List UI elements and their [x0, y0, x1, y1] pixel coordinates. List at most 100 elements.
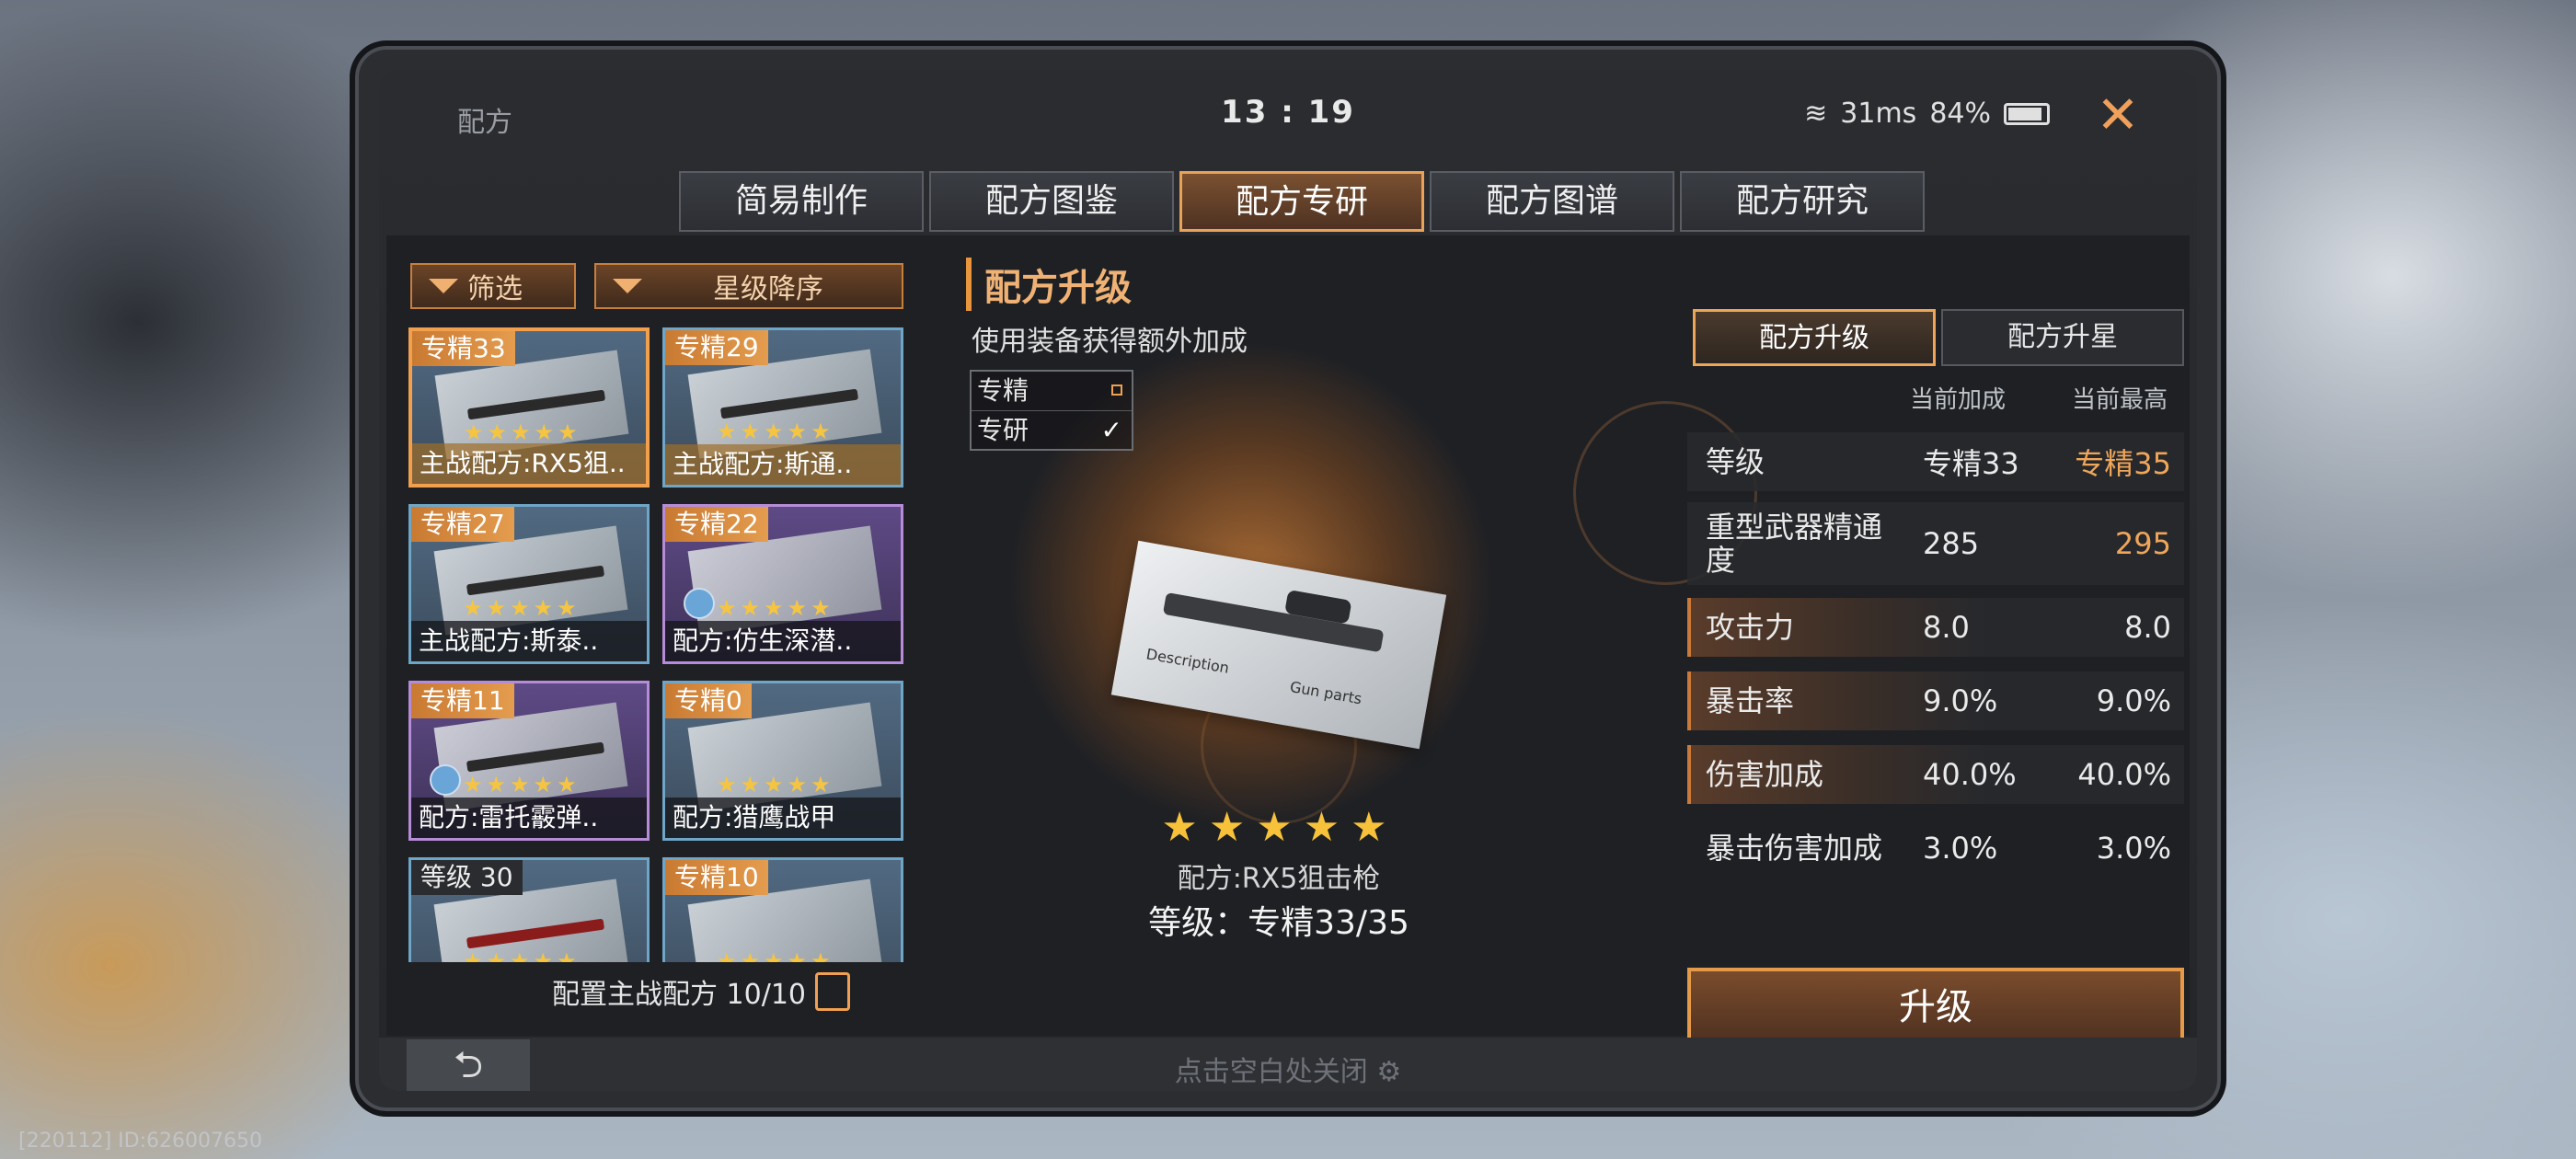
- legend-label: 专精: [977, 375, 1029, 406]
- stat-max: 295: [2114, 526, 2171, 561]
- close-hint[interactable]: 点击空白处关闭 ⚙: [379, 1049, 2197, 1089]
- stat-max: 专精35: [2075, 446, 2171, 481]
- stat-label: 重型武器精通度: [1706, 510, 1883, 578]
- stat-label: 攻击力: [1706, 610, 1795, 645]
- star-rating: ★ ★ ★ ★ ★: [1161, 804, 1387, 851]
- stat-row: 攻击力 8.0 8.0: [1687, 598, 2184, 657]
- wifi-icon: ≋: [1804, 98, 1828, 130]
- col-max: 当前最高: [2071, 386, 2168, 414]
- tab-recipe-research[interactable]: 配方研究: [1680, 171, 1925, 232]
- recipe-grid: ★ ★ ★ ★ ★ 专精33 主战配方:RX5狙.. ★ ★ ★ ★ ★ 专精29 主战配方:斯…: [408, 327, 905, 962]
- stat-current: 专精33: [1923, 446, 2019, 481]
- star-rating: ★ ★ ★ ★ ★: [463, 948, 577, 962]
- item-level: 等级：专精33/35: [1148, 904, 1409, 942]
- filter-label: 筛选: [467, 273, 523, 305]
- close-icon[interactable]: ✕: [2090, 88, 2145, 143]
- chevron-down-icon: [613, 279, 642, 293]
- stat-label: 等级: [1706, 444, 1765, 479]
- section-subtitle: 使用装备获得额外加成: [972, 326, 1248, 358]
- stat-max: 40.0%: [2077, 757, 2171, 792]
- status-bar: 配方 13 : 19 ≋ 31ms 84% ✕: [379, 70, 2197, 162]
- recipe-card[interactable]: ★ ★ ★ ★ ★ 专精29 主战配方:斯通..: [662, 327, 903, 488]
- legend-item[interactable]: 专研 ✓: [972, 410, 1132, 449]
- filter-button[interactable]: 筛选: [410, 263, 576, 309]
- stat-label: 暴击伤害加成: [1706, 831, 1883, 866]
- item-name: 配方:RX5狙击枪: [1177, 863, 1381, 895]
- star-rating: ★ ★ ★ ★ ★: [463, 772, 577, 798]
- filter-row: 筛选 星级降序: [410, 263, 903, 309]
- stat-max: 3.0%: [2096, 831, 2171, 866]
- stat-current: 9.0%: [1923, 683, 1998, 718]
- stat-current: 8.0: [1923, 610, 1970, 645]
- main-tabs: 简易制作 配方图鉴 配方专研 配方图谱 配方研究: [679, 171, 1925, 232]
- close-hint-text: 点击空白处关闭: [1174, 1056, 1368, 1088]
- sniper-rifle-icon: [1162, 591, 1385, 653]
- tab-recipe-codex[interactable]: 配方图鉴: [929, 171, 1174, 232]
- stat-row: 重型武器精通度 285 295: [1687, 502, 2184, 585]
- level-tag: 等级 30: [411, 860, 523, 895]
- recipe-card[interactable]: ★ ★ ★ ★ ★ 专精10: [662, 857, 903, 962]
- col-current: 当前加成: [1909, 386, 2006, 414]
- stat-max: 8.0: [2124, 610, 2171, 645]
- mastery-tag: 专精10: [665, 860, 768, 895]
- player-id-text: [220112] ID:626007650: [18, 1130, 262, 1153]
- upgrade-button[interactable]: 升级: [1687, 968, 2184, 1047]
- stat-label: 伤害加成: [1706, 757, 1824, 792]
- gear-icon: ⚙: [1376, 1056, 1402, 1088]
- mastery-tag: 专精22: [665, 507, 768, 542]
- element-badge-icon: [430, 764, 461, 796]
- sort-label: 星级降序: [713, 273, 823, 305]
- tab-recipe-upgrade[interactable]: 配方升级: [1693, 309, 1936, 366]
- stat-current: 40.0%: [1923, 757, 2017, 792]
- star-rating: ★ ★ ★ ★ ★: [463, 595, 577, 621]
- legend-item[interactable]: 专精: [972, 372, 1132, 410]
- stat-row: 伤害加成 40.0% 40.0%: [1687, 745, 2184, 804]
- element-badge-icon: [684, 588, 715, 619]
- content-panel: 筛选 星级降序 ★ ★ ★ ★ ★ 专精33 主战配方:RX5狙.. ★ ★ ★…: [386, 235, 2190, 1047]
- mastery-tag: 专精27: [411, 507, 514, 542]
- blueprint-caption: Gun parts: [1288, 677, 1363, 708]
- config-row: 配置主战配方 10/10: [552, 971, 850, 1012]
- mastery-tag: 专精11: [411, 683, 514, 718]
- battery-text: 84%: [1929, 98, 1991, 130]
- recipe-card[interactable]: ★ ★ ★ ★ ★ 专精11 配方:雷托霰弹..: [408, 681, 650, 841]
- section-title: 配方升级: [966, 258, 1132, 311]
- stat-row: 等级 专精33 专精35: [1687, 432, 2184, 491]
- stats-header: 当前加成 当前最高: [1693, 381, 2190, 418]
- battery-icon: [2004, 102, 2050, 125]
- recipe-card[interactable]: ★ ★ ★ ★ ★ 专精33 主战配方:RX5狙..: [408, 327, 650, 488]
- sort-button[interactable]: 星级降序: [594, 263, 903, 309]
- recipe-name: 主战配方:RX5狙..: [412, 443, 646, 484]
- recipe-card[interactable]: ★ ★ ★ ★ ★ 专精27 主战配方:斯泰..: [408, 504, 650, 664]
- chevron-down-icon: [429, 279, 458, 293]
- star-rating: ★ ★ ★ ★ ★: [717, 948, 831, 962]
- upgrade-tabs: 配方升级 配方升星: [1693, 309, 2184, 366]
- legend-label: 专研: [977, 415, 1029, 445]
- recipe-name: 配方:猎鹰战甲: [665, 798, 901, 838]
- tab-recipe-mastery[interactable]: 配方专研: [1179, 171, 1424, 232]
- tab-recipe-atlas[interactable]: 配方图谱: [1430, 171, 1674, 232]
- status-indicators: ≋ 31ms 84%: [1804, 98, 2050, 130]
- stat-row: 暴击伤害加成 3.0% 3.0%: [1687, 819, 2184, 878]
- stat-current: 3.0%: [1923, 831, 1998, 866]
- stat-current: 285: [1923, 526, 1980, 561]
- recipe-name: 主战配方:斯泰..: [411, 621, 647, 661]
- recipe-card[interactable]: ★ ★ ★ ★ ★ 专精0 配方:猎鹰战甲: [662, 681, 903, 841]
- recipe-card[interactable]: ★ ★ ★ ★ ★ 等级 30: [408, 857, 650, 962]
- ping-text: 31ms: [1840, 98, 1917, 130]
- tab-simple-craft[interactable]: 简易制作: [679, 171, 924, 232]
- mastery-tag: 专精0: [665, 683, 752, 718]
- tab-recipe-star-up[interactable]: 配方升星: [1941, 309, 2184, 366]
- square-icon: [1111, 384, 1122, 396]
- clipboard-icon[interactable]: [815, 972, 850, 1011]
- star-rating: ★ ★ ★ ★ ★: [717, 772, 831, 798]
- tablet-screen: 配方 13 : 19 ≋ 31ms 84% ✕ 简易制作 配方图鉴 配方专研 配…: [379, 70, 2197, 1091]
- star-rating: ★ ★ ★ ★ ★: [464, 419, 578, 445]
- recipe-name: 配方:仿生深潜..: [665, 621, 901, 661]
- star-rating: ★ ★ ★ ★ ★: [717, 595, 831, 621]
- recipe-card[interactable]: ★ ★ ★ ★ ★ 专精22 配方:仿生深潜..: [662, 504, 903, 664]
- recipe-name: 主战配方:斯通..: [665, 444, 901, 485]
- blueprint-caption: Description: [1144, 645, 1231, 677]
- stat-row: 暴击率 9.0% 9.0%: [1687, 671, 2184, 730]
- tablet-frame: 配方 13 : 19 ≋ 31ms 84% ✕ 简易制作 配方图鉴 配方专研 配…: [350, 40, 2226, 1117]
